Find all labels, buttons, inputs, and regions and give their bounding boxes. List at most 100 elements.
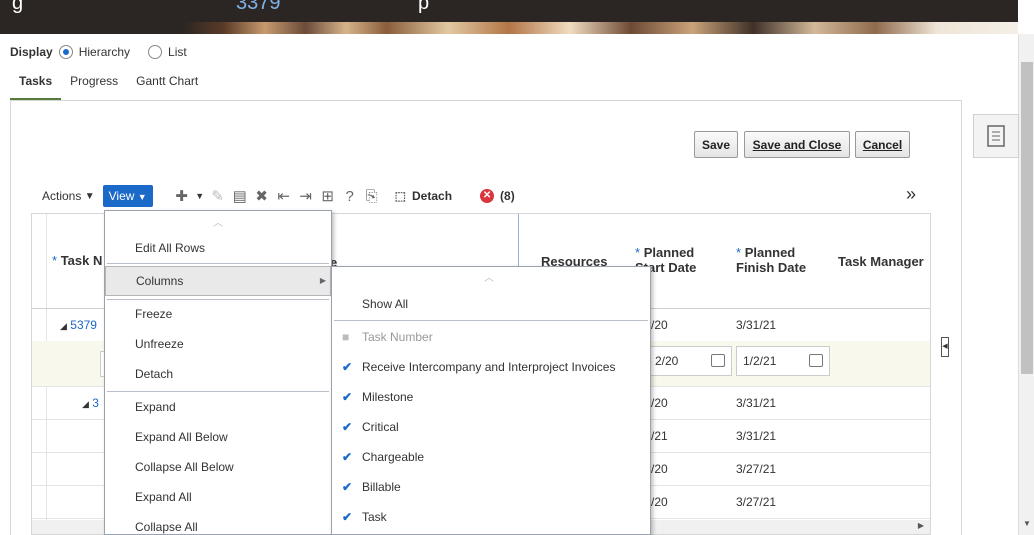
column-option-label: Chargeable (362, 450, 425, 464)
menu-item-collapse-all-below[interactable]: Collapse All Below (105, 460, 331, 474)
menu-item-detach[interactable]: Detach (105, 367, 331, 381)
column-option-receive-invoices[interactable]: ✔ Receive Intercompany and Interproject I… (332, 360, 650, 374)
page-scrollbar[interactable]: ▼ (1018, 34, 1034, 535)
check-icon: ✔ (342, 420, 353, 434)
task-name-header[interactable]: * Task N (52, 253, 102, 268)
save-button[interactable]: Save (694, 131, 738, 158)
task-link[interactable]: 5379 (70, 318, 97, 332)
hierarchy-radio[interactable] (58, 45, 73, 59)
chevron-down-icon[interactable]: ▼ (193, 191, 207, 201)
start-date-cell: /21 (651, 429, 668, 443)
collapse-icon[interactable]: ◢ (60, 321, 67, 331)
hierarchy-label[interactable]: Hierarchy (79, 45, 130, 59)
export-icon[interactable]: ⎘ (361, 188, 383, 205)
start-date-cell: /20 (651, 462, 668, 476)
cancel-button[interactable]: Cancel (855, 131, 910, 158)
edit-icon[interactable]: ✎ (207, 187, 229, 205)
menu-item-expand[interactable]: Expand (105, 400, 331, 414)
detach-icon: ⬚ (394, 189, 407, 203)
menu-item-freeze[interactable]: Freeze (105, 307, 331, 321)
column-option-label: Critical (362, 420, 399, 434)
column-option-task[interactable]: ✔ Task (332, 510, 650, 524)
finish-date-cell: 3/31/21 (736, 396, 777, 410)
tab-progress[interactable]: Progress (61, 74, 127, 101)
detach-label: Detach (412, 189, 453, 203)
check-icon: ✔ (342, 390, 353, 404)
collapse-pane-icon[interactable]: ◀ (941, 337, 949, 357)
planned-start-line1: Planned (643, 245, 695, 260)
menu-separator (107, 263, 329, 264)
columns-label: Columns (136, 274, 184, 288)
planned-finish-line2: Finish Date (736, 260, 807, 275)
finish-date-cell: 3/31/21 (736, 429, 777, 443)
menu-item-columns[interactable]: Columns ▶ (105, 266, 331, 296)
tab-bar: Tasks Progress Gantt Chart (10, 74, 207, 101)
planned-finish-header[interactable]: * Planned Finish Date (736, 245, 806, 275)
format-icon[interactable]: ⊞ (317, 187, 339, 205)
error-count: (8) (500, 189, 515, 203)
table-row[interactable]: ◢ 3 (82, 396, 99, 410)
collapse-icon[interactable]: ◢ (82, 399, 89, 409)
scrollbar-thumb[interactable] (1021, 62, 1033, 374)
save-and-close-button[interactable]: Save and Close (744, 131, 850, 158)
menu-item-show-all[interactable]: Show All (332, 297, 650, 311)
task-name-header-label: Task N (60, 253, 103, 268)
check-icon: ✔ (342, 450, 353, 464)
detach-button[interactable]: ⬚ Detach (395, 189, 452, 203)
menu-item-edit-all-rows[interactable]: Edit All Rows (105, 241, 331, 255)
scroll-up-icon[interactable]: ︿ (213, 214, 223, 229)
actions-menu[interactable]: Actions ▼ (42, 189, 95, 203)
column-option-critical[interactable]: ✔ Critical (332, 420, 650, 434)
scroll-right-icon[interactable]: ▶ (918, 521, 924, 530)
column-option-billable[interactable]: ✔ Billable (332, 480, 650, 494)
menu-item-expand-all-below[interactable]: Expand All Below (105, 430, 331, 444)
start-date-cell: /20 (651, 396, 668, 410)
column-option-label: Task (362, 510, 387, 524)
finish-date-cell: 3/31/21 (736, 318, 777, 332)
outdent-icon[interactable]: ⇤ (273, 187, 295, 205)
chevron-down-icon: ▼ (137, 192, 147, 202)
help-icon[interactable]: ? (339, 188, 361, 205)
submenu-arrow-icon: ▶ (319, 276, 326, 285)
calendar-icon[interactable] (711, 354, 725, 367)
view-menu-button[interactable]: View ▼ (102, 185, 153, 207)
column-option-task-number: ■ Task Number (332, 330, 650, 344)
page-title-fragment: g (12, 0, 24, 14)
tab-gantt-chart[interactable]: Gantt Chart (127, 74, 207, 101)
menu-separator (107, 391, 329, 392)
disabled-check-icon: ■ (342, 330, 350, 344)
delete-icon[interactable]: ✖ (251, 187, 273, 205)
start-date-cell: /20 (651, 495, 668, 509)
scroll-up-icon[interactable]: ︿ (484, 269, 494, 284)
column-option-chargeable[interactable]: ✔ Chargeable (332, 450, 650, 464)
indent-icon[interactable]: ⇥ (295, 187, 317, 205)
planned-finish-input[interactable]: 1/2/21 (736, 346, 830, 376)
page-title-fragment-2: p (418, 0, 430, 14)
duplicate-icon[interactable]: ▤ (229, 187, 251, 205)
scroll-down-icon[interactable]: ▼ (1023, 519, 1031, 528)
table-row[interactable]: ◢ 5379 (60, 318, 97, 332)
menu-item-collapse-all[interactable]: Collapse All (105, 520, 331, 534)
planned-start-input[interactable]: 2/20 (648, 346, 732, 376)
grid-toolbar: Actions ▼ View ▼ ✚ ▼ ✎ ▤ ✖ ⇤ ⇥ ⊞ ? ⎘ ⬚ De… (42, 184, 515, 208)
task-manager-header[interactable]: Task Manager (838, 254, 924, 269)
view-label: View (108, 189, 135, 203)
check-icon: ✔ (342, 510, 353, 524)
column-option-milestone[interactable]: ✔ Milestone (332, 390, 650, 404)
menu-item-unfreeze[interactable]: Unfreeze (105, 337, 331, 351)
add-icon[interactable]: ✚ (171, 187, 193, 205)
menu-separator (334, 320, 648, 321)
task-link[interactable]: 3 (92, 396, 99, 410)
toolbar-overflow-icon[interactable]: » (906, 184, 916, 205)
tab-tasks[interactable]: Tasks (10, 74, 62, 101)
list-label[interactable]: List (168, 45, 187, 59)
errors-indicator[interactable]: ✕ (8) (480, 189, 515, 203)
list-radio[interactable] (148, 45, 163, 59)
side-panel-button[interactable] (973, 114, 1019, 158)
error-icon: ✕ (480, 189, 495, 203)
calendar-icon[interactable] (809, 354, 823, 367)
menu-item-expand-all[interactable]: Expand All (105, 490, 331, 504)
finish-date-cell: 3/27/21 (736, 495, 777, 509)
menu-separator (107, 299, 329, 300)
check-icon: ✔ (342, 360, 353, 374)
